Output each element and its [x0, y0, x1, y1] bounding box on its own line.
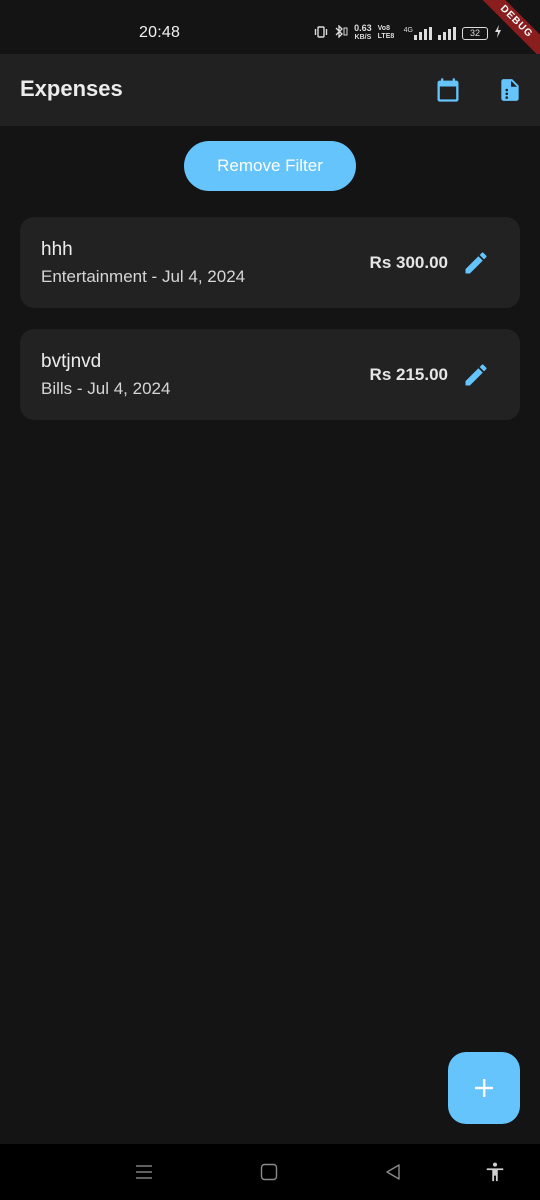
edit-expense-button[interactable]	[462, 249, 490, 277]
remove-filter-button[interactable]: Remove Filter	[184, 141, 356, 191]
net-speed: 0.63 KB/S	[354, 24, 372, 42]
back-triangle-icon	[386, 1164, 400, 1180]
battery-indicator: 32	[462, 26, 488, 40]
add-expense-button[interactable]	[448, 1052, 520, 1124]
expenses-screen: 20:48 0.63 KB/S Vo8 LTE8 4G 32 DEBUG Exp…	[0, 0, 540, 1200]
bluetooth-icon	[334, 24, 348, 41]
app-bar: Expenses	[0, 54, 540, 126]
report-icon	[501, 79, 519, 101]
network-tag: Vo8 LTE8	[377, 25, 395, 40]
status-icons: 0.63 KB/S Vo8 LTE8 4G 32	[314, 24, 502, 42]
calendar-button[interactable]	[432, 74, 464, 106]
edit-icon	[465, 364, 487, 386]
accessibility-button[interactable]	[479, 1156, 511, 1188]
edit-expense-button[interactable]	[462, 361, 490, 389]
signal-icon-1	[414, 26, 432, 40]
status-time: 20:48	[139, 24, 181, 41]
home-square-icon	[260, 1163, 278, 1181]
expense-category-date: Entertainment - Jul 4, 2024	[41, 267, 246, 286]
accessibility-icon	[486, 1162, 504, 1182]
net-speed-unit: KB/S	[354, 34, 372, 41]
expense-amount: Rs 215.00	[369, 365, 448, 384]
vibrate-icon	[314, 25, 328, 41]
network-type-label: 4G	[404, 26, 432, 40]
edit-icon	[465, 252, 487, 274]
charging-icon	[494, 25, 502, 41]
plus-icon	[475, 1079, 493, 1097]
expense-card[interactable]: bvtjnvd Bills - Jul 4, 2024 Rs 215.00	[20, 329, 520, 420]
expense-amount: Rs 300.00	[369, 253, 448, 272]
page-title: Expenses	[20, 76, 123, 101]
home-button[interactable]	[253, 1156, 285, 1188]
net-speed-value: 0.63	[354, 23, 372, 33]
report-button[interactable]	[494, 74, 526, 106]
system-nav-bar	[0, 1144, 540, 1200]
recents-button[interactable]	[128, 1156, 160, 1188]
signal-icon-2	[438, 26, 456, 40]
expense-card[interactable]: hhh Entertainment - Jul 4, 2024 Rs 300.0…	[20, 217, 520, 308]
expense-name: hhh	[41, 239, 73, 260]
back-button[interactable]	[377, 1156, 409, 1188]
expense-name: bvtjnvd	[41, 351, 102, 372]
menu-icon	[136, 1165, 152, 1179]
calendar-icon	[437, 78, 459, 102]
expense-category-date: Bills - Jul 4, 2024	[41, 379, 171, 398]
status-bar: 20:48 0.63 KB/S Vo8 LTE8 4G 32 DEBUG	[0, 0, 540, 71]
